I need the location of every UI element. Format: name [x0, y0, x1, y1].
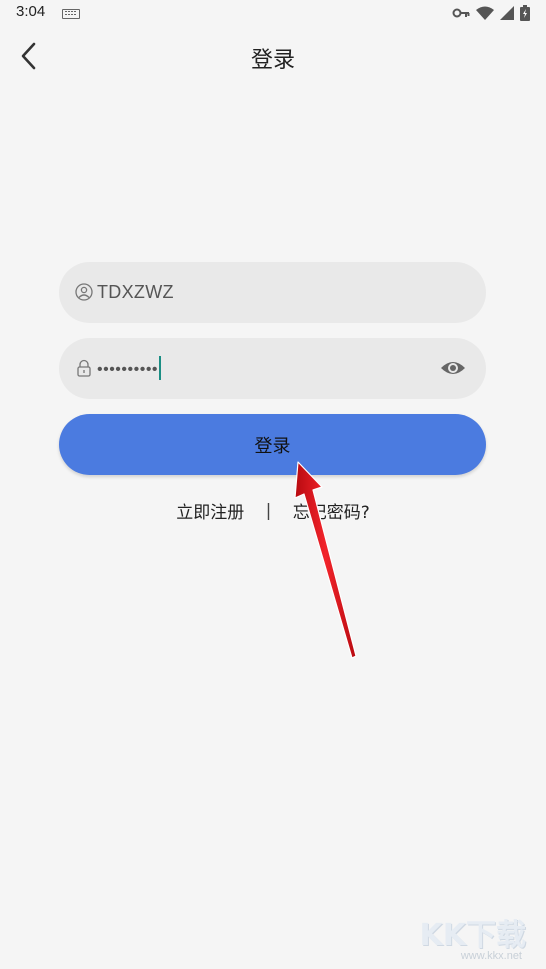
toggle-password-visibility-button[interactable] — [440, 357, 466, 379]
watermark-logo: KK下载 — [419, 918, 527, 953]
battery-icon — [520, 5, 530, 21]
watermark-url: www.kkx.net — [460, 950, 522, 962]
login-button[interactable]: 登录 — [59, 414, 486, 475]
forgot-password-link[interactable]: 忘记密码? — [293, 498, 370, 523]
watermark: KK下载 www.kkx.net — [416, 910, 527, 965]
password-value: •••••••••• — [97, 361, 159, 378]
keyboard-icon — [62, 9, 80, 19]
auth-links: 立即注册 | 忘记密码? — [0, 498, 546, 526]
signal-icon — [500, 6, 514, 20]
link-separator: | — [265, 500, 272, 521]
lock-icon — [77, 359, 91, 377]
annotation-arrow — [294, 461, 357, 659]
eye-icon — [441, 362, 465, 374]
app-bar: 登录 — [0, 26, 546, 86]
username-value: TDXZWZ — [97, 282, 174, 302]
password-value-wrapper: •••••••••• — [97, 338, 162, 399]
password-field[interactable]: •••••••••• — [59, 338, 486, 399]
status-bar: 3:04 — [0, 0, 546, 26]
text-cursor — [159, 356, 162, 381]
status-time: 3:04 — [16, 3, 46, 20]
page-title: 登录 — [250, 48, 295, 73]
wifi-icon — [476, 6, 494, 20]
username-field[interactable]: TDXZWZ — [59, 262, 486, 323]
login-button-label: 登录 — [254, 435, 291, 457]
register-link[interactable]: 立即注册 — [176, 498, 244, 523]
status-icons — [452, 5, 530, 21]
user-icon — [75, 283, 93, 301]
vpn-key-icon — [452, 8, 470, 18]
